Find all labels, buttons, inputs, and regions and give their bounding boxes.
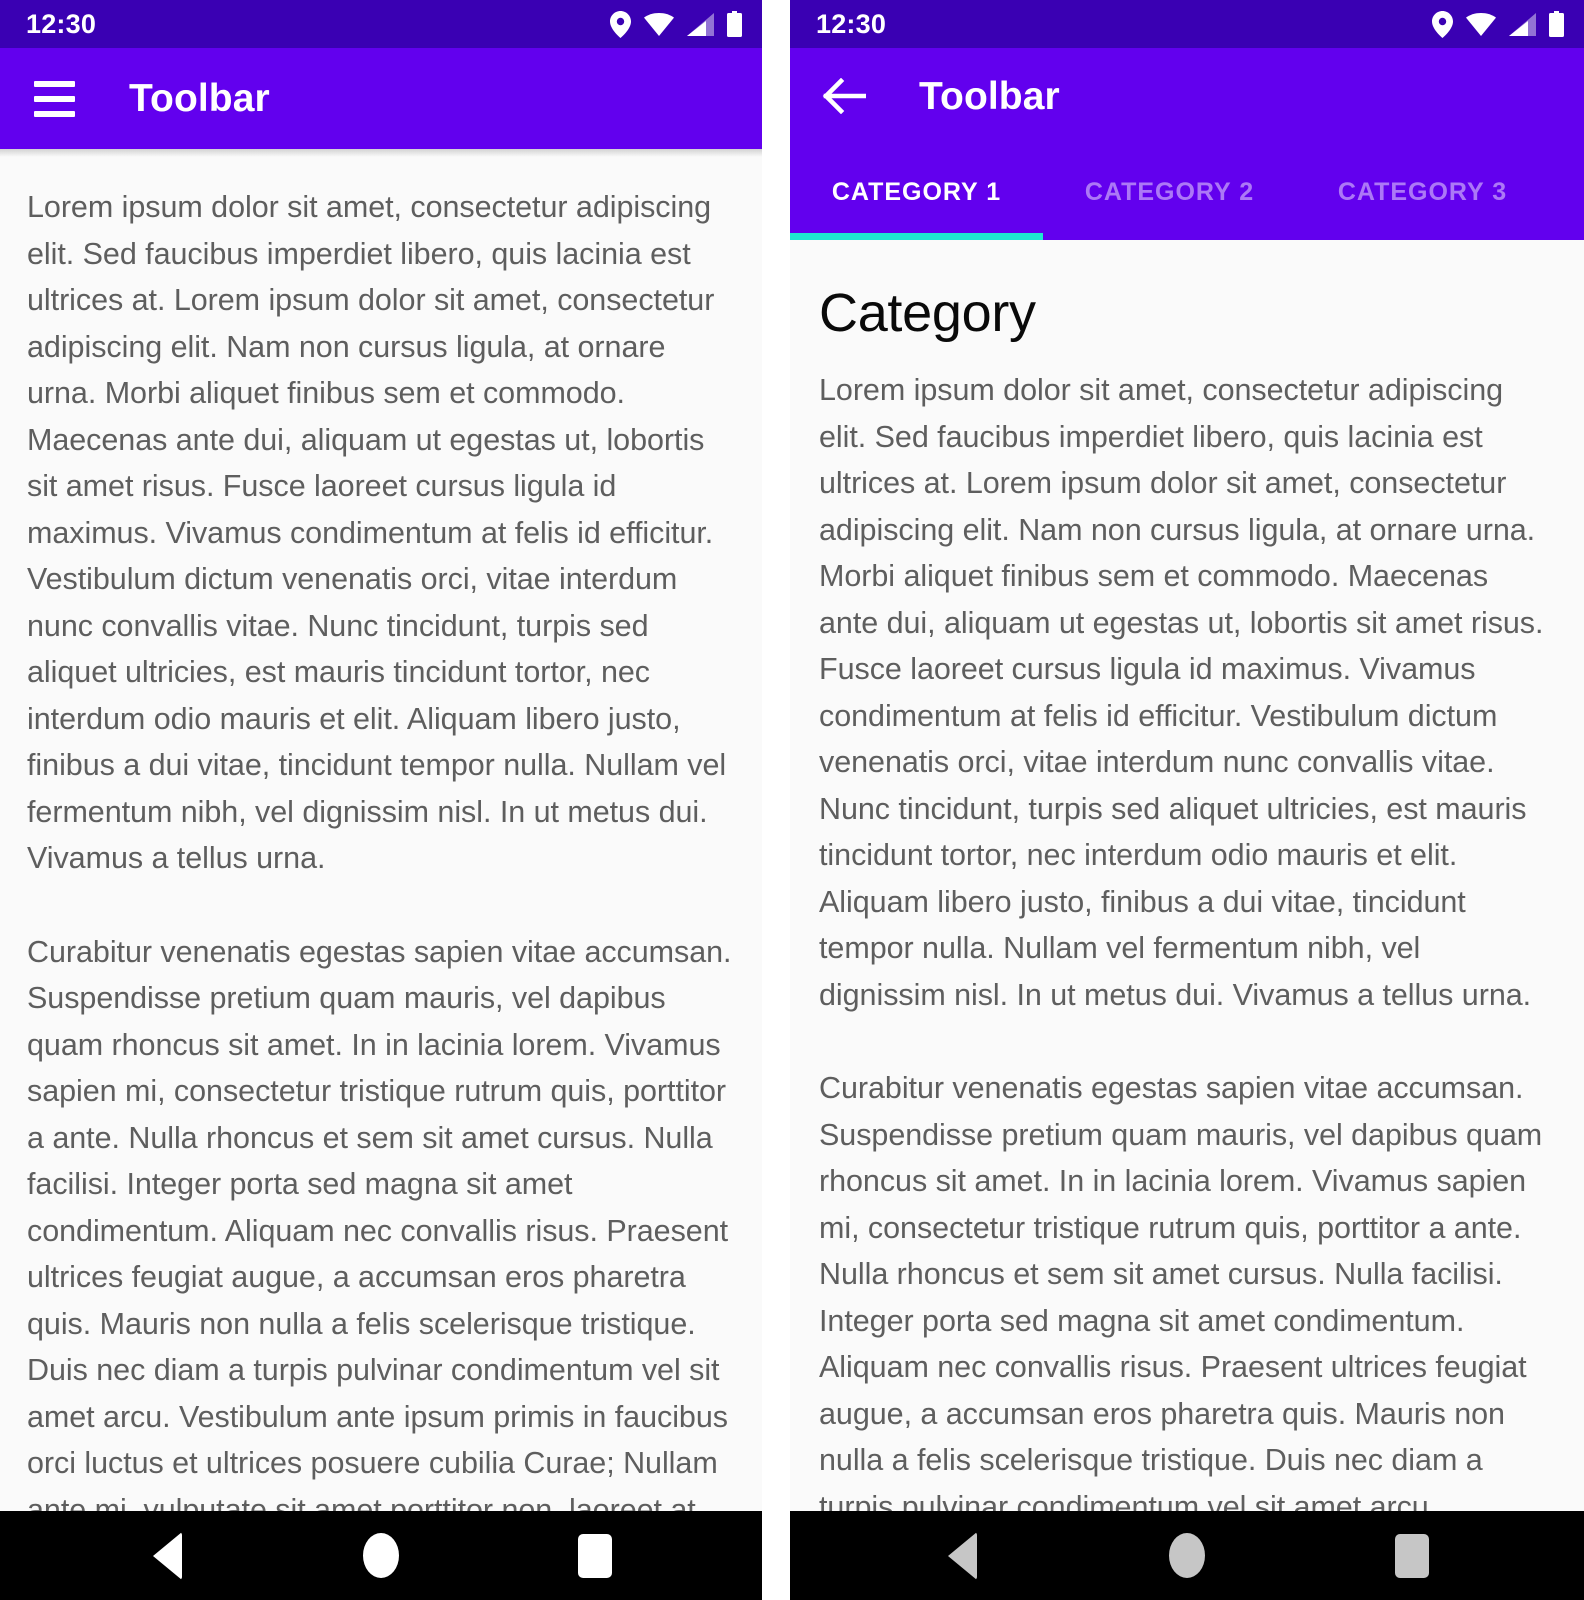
app-toolbar: Toolbar xyxy=(0,48,762,149)
home-circle-icon[interactable] xyxy=(1132,1511,1242,1600)
battery-icon xyxy=(1549,11,1564,37)
status-bar-clock: 12:30 xyxy=(816,8,887,39)
recents-square-icon[interactable] xyxy=(1357,1511,1467,1600)
cellular-signal-icon xyxy=(1509,12,1536,36)
system-navigation-bar xyxy=(790,1511,1584,1600)
status-bar: 12:30 xyxy=(0,0,762,48)
status-bar-icons xyxy=(1432,10,1564,38)
toolbar-title: Toolbar xyxy=(129,77,270,120)
status-bar-clock: 12:30 xyxy=(26,8,97,39)
body-paragraph: Curabitur venenatis egestas sapien vitae… xyxy=(819,1071,1543,1511)
toolbar-title: Toolbar xyxy=(919,74,1060,118)
page-title: Category xyxy=(819,283,1036,343)
screen-divider xyxy=(762,0,790,1600)
home-circle-icon[interactable] xyxy=(326,1511,436,1600)
content-area: Category Lorem ipsum dolor sit amet, con… xyxy=(790,240,1584,1511)
hamburger-menu-icon[interactable] xyxy=(26,71,82,127)
body-paragraph: Lorem ipsum dolor sit amet, consectetur … xyxy=(27,190,727,875)
location-pin-icon xyxy=(610,10,631,38)
toolbar-shadow xyxy=(0,149,762,157)
tab-category-3[interactable]: CATEGORY 3 xyxy=(1296,144,1549,240)
cellular-signal-icon xyxy=(687,12,714,36)
body-paragraph: Lorem ipsum dolor sit amet, consectetur … xyxy=(819,373,1544,1012)
back-triangle-icon[interactable] xyxy=(112,1511,222,1600)
wifi-icon xyxy=(644,12,674,36)
wifi-icon xyxy=(1466,12,1496,36)
back-arrow-icon[interactable] xyxy=(816,68,872,124)
tab-bar: CATEGORY 1 CATEGORY 2 CATEGORY 3 xyxy=(790,144,1584,240)
system-navigation-bar xyxy=(0,1511,762,1600)
recents-square-icon[interactable] xyxy=(540,1511,650,1600)
dual-screen-comparison: 12:30 Toolbar Lorem ipsum dolor sit amet… xyxy=(0,0,1584,1600)
content-area: Lorem ipsum dolor sit amet, consectetur … xyxy=(0,157,762,1511)
status-bar: 12:30 xyxy=(790,0,1584,48)
phone-screen-left: 12:30 Toolbar Lorem ipsum dolor sit amet… xyxy=(0,0,762,1600)
battery-icon xyxy=(727,11,742,37)
body-paragraph: Curabitur venenatis egestas sapien vitae… xyxy=(27,934,732,1512)
tab-category-1[interactable]: CATEGORY 1 xyxy=(790,144,1043,240)
tab-category-2[interactable]: CATEGORY 2 xyxy=(1043,144,1296,240)
location-pin-icon xyxy=(1432,10,1453,38)
back-triangle-icon[interactable] xyxy=(907,1511,1017,1600)
phone-screen-right: 12:30 Toolbar CATEGORY 1 CATEGORY 2 CATE… xyxy=(790,0,1584,1600)
app-toolbar: Toolbar xyxy=(790,48,1584,144)
status-bar-icons xyxy=(610,10,742,38)
